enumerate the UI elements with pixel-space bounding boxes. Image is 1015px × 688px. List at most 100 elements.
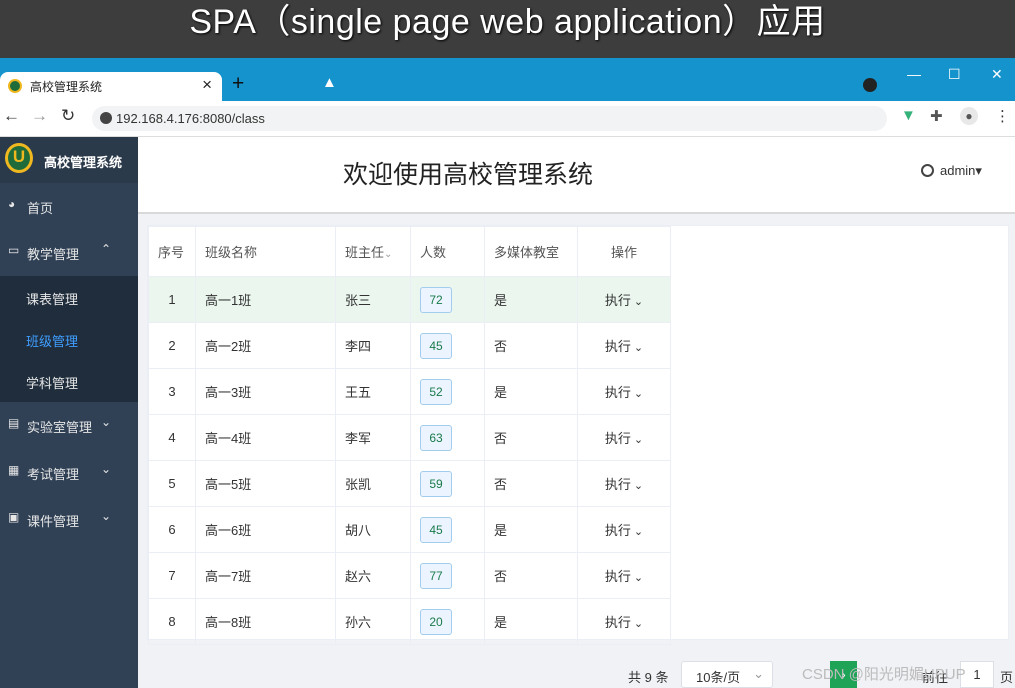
table-row[interactable]: 6 高一6班 胡八 45 是执行 ⌄ (148, 506, 671, 553)
cell-count: 20 (410, 598, 485, 645)
table-row[interactable]: 7 高一7班 赵六 77 否执行 ⌄ (148, 552, 671, 599)
chevron-down-icon: ⌄ (630, 434, 644, 446)
sidebar-item-home[interactable]: ◕ 首页 (0, 183, 138, 229)
minimize-button[interactable]: — (907, 66, 921, 82)
table-row[interactable]: 8 高一8班 孙六 20 是执行 ⌄ (148, 598, 671, 645)
table-row[interactable]: 1 高一1班 张三 72 是执行 ⌄ (148, 276, 671, 323)
chevron-down-icon: ⌄ (101, 415, 112, 429)
forward-icon[interactable]: → (31, 106, 48, 126)
cell-teacher: 李四 (335, 322, 411, 369)
cell-action[interactable]: 执行 ⌄ (577, 598, 671, 645)
table-row[interactable]: 3 高一3班 王五 52 是执行 ⌄ (148, 368, 671, 415)
chevron-down-icon: ⌄ (630, 388, 644, 400)
sidebar-item-lab[interactable]: ▤ 实验室管理 ⌄ (0, 402, 138, 448)
cell-class-name: 高一8班 (195, 598, 336, 645)
extensions-icon[interactable]: ✚ (930, 107, 943, 125)
count-tag: 45 (420, 516, 452, 543)
chevron-down-icon: ⌄ (753, 666, 764, 681)
cell-no: 3 (148, 368, 196, 415)
cell-action[interactable]: 执行 ⌄ (577, 506, 671, 553)
cell-class-name: 高一7班 (195, 552, 336, 599)
cell-action[interactable]: 执行 ⌄ (577, 368, 671, 415)
execute-dropdown[interactable]: 执行 (605, 339, 631, 354)
browser-toolbar: ← → ↻ 192.168.4.176:8080/class ▼ ✚ ● ⋮ (0, 101, 1015, 137)
col-header-teacher-label: 班主任 (345, 245, 385, 260)
table-row[interactable]: 5 高一5班 张凯 59 否执行 ⌄ (148, 460, 671, 507)
back-icon[interactable]: ← (3, 106, 20, 126)
sidebar-logo: U 高校管理系统 (0, 137, 138, 183)
execute-dropdown[interactable]: 执行 (605, 431, 631, 446)
cell-media: 否 (484, 414, 578, 461)
cell-media: 是 (484, 506, 578, 553)
cell-class-name: 高一6班 (195, 506, 336, 553)
table-row[interactable]: 2 高一2班 李四 45 否执行 ⌄ (148, 322, 671, 369)
col-header-media: 多媒体教室 (484, 226, 578, 277)
execute-dropdown[interactable]: 执行 (605, 385, 631, 400)
page-title: 欢迎使用高校管理系统 (342, 161, 593, 189)
address-bar[interactable]: 192.168.4.176:8080/class (92, 106, 887, 131)
sidebar-subitem-subject[interactable]: 学科管理 (0, 360, 138, 402)
sidebar-subitem-class[interactable]: 班级管理 (0, 318, 138, 360)
cell-count: 45 (410, 322, 485, 369)
chevron-down-icon: ⌄ (630, 526, 644, 538)
chrome-menu-icon[interactable]: ⋮ (995, 107, 1010, 125)
cell-no: 8 (148, 598, 196, 645)
cell-no: 4 (148, 414, 196, 461)
user-dropdown[interactable]: admin▾ (921, 163, 982, 179)
sidebar-item-exam[interactable]: ▦ 考试管理 ⌄ (0, 449, 138, 495)
table-row[interactable]: 4 高一4班 李军 63 否执行 ⌄ (148, 414, 671, 461)
close-window-button[interactable]: ✕ (991, 66, 1003, 83)
browser-tab[interactable]: 高校管理系统 × (0, 72, 222, 101)
cell-no: 7 (148, 552, 196, 599)
cell-teacher: 孙六 (335, 598, 411, 645)
count-tag: 59 (420, 470, 452, 497)
page-size-value: 10条/页 (696, 670, 741, 685)
vue-devtools-icon[interactable]: ▼ (901, 107, 916, 124)
count-tag: 72 (420, 286, 452, 313)
user-icon (921, 164, 934, 177)
count-tag: 52 (420, 378, 452, 405)
class-table: 序号 班级名称 班主任⌄ 人数 多媒体教室 操作 1 高一1班 张三 72 是执行 ⌄ 2… (148, 226, 671, 645)
cell-action[interactable]: 执行 ⌄ (577, 552, 671, 599)
execute-dropdown[interactable]: 执行 (605, 569, 631, 584)
execute-dropdown[interactable]: 执行 (605, 293, 631, 308)
cell-action[interactable]: 执行 ⌄ (577, 276, 671, 323)
cell-teacher: 张凯 (335, 460, 411, 507)
maximize-button[interactable]: ☐ (948, 66, 961, 83)
cell-action[interactable]: 执行 ⌄ (577, 460, 671, 507)
sidebar-item-courseware[interactable]: ▣ 课件管理 ⌄ (0, 496, 138, 542)
execute-dropdown[interactable]: 执行 (605, 615, 631, 630)
cell-action[interactable]: 执行 ⌄ (577, 322, 671, 369)
account-icon[interactable]: ● (960, 107, 978, 125)
chevron-down-icon: ⌄ (630, 480, 644, 492)
tab-close-icon[interactable]: × (202, 75, 212, 95)
page-size-select[interactable]: 10条/页 ⌄ (681, 661, 773, 688)
profile-icon[interactable] (863, 78, 877, 92)
monitor-icon: ▭ (8, 243, 20, 257)
sidebar-item-teaching[interactable]: ▭ 教学管理 ⌃ (0, 229, 138, 275)
page-unit-label: 页 (1000, 670, 1014, 685)
cell-teacher: 李军 (335, 414, 411, 461)
sidebar-item-label: 课件管理 (27, 514, 80, 529)
count-tag: 77 (420, 562, 452, 589)
count-tag: 63 (420, 424, 452, 451)
site-info-icon[interactable] (100, 112, 112, 124)
new-tab-button[interactable]: + (232, 72, 244, 96)
execute-dropdown[interactable]: 执行 (605, 523, 631, 538)
execute-dropdown[interactable]: 执行 (605, 477, 631, 492)
chevron-down-icon: ⌄ (630, 296, 644, 308)
count-tag: 20 (420, 608, 452, 635)
cell-class-name: 高一5班 (195, 460, 336, 507)
reload-icon[interactable]: ↻ (61, 106, 75, 126)
col-header-teacher[interactable]: 班主任⌄ (335, 226, 411, 277)
cell-no: 1 (148, 276, 196, 323)
page-header: 欢迎使用高校管理系统 admin▾ (138, 137, 1015, 214)
video-caption-banner: SPA（single page web application）应用 (0, 0, 1015, 58)
sidebar-item-label: 考试管理 (27, 467, 80, 482)
dashboard-icon: ◕ (8, 197, 16, 211)
mouse-cursor-icon: ▲ (322, 74, 337, 91)
chevron-down-icon: ⌄ (630, 618, 644, 630)
cell-action[interactable]: 执行 ⌄ (577, 414, 671, 461)
grid-icon: ▦ (8, 463, 20, 477)
sidebar-subitem-schedule[interactable]: 课表管理 (0, 276, 138, 318)
